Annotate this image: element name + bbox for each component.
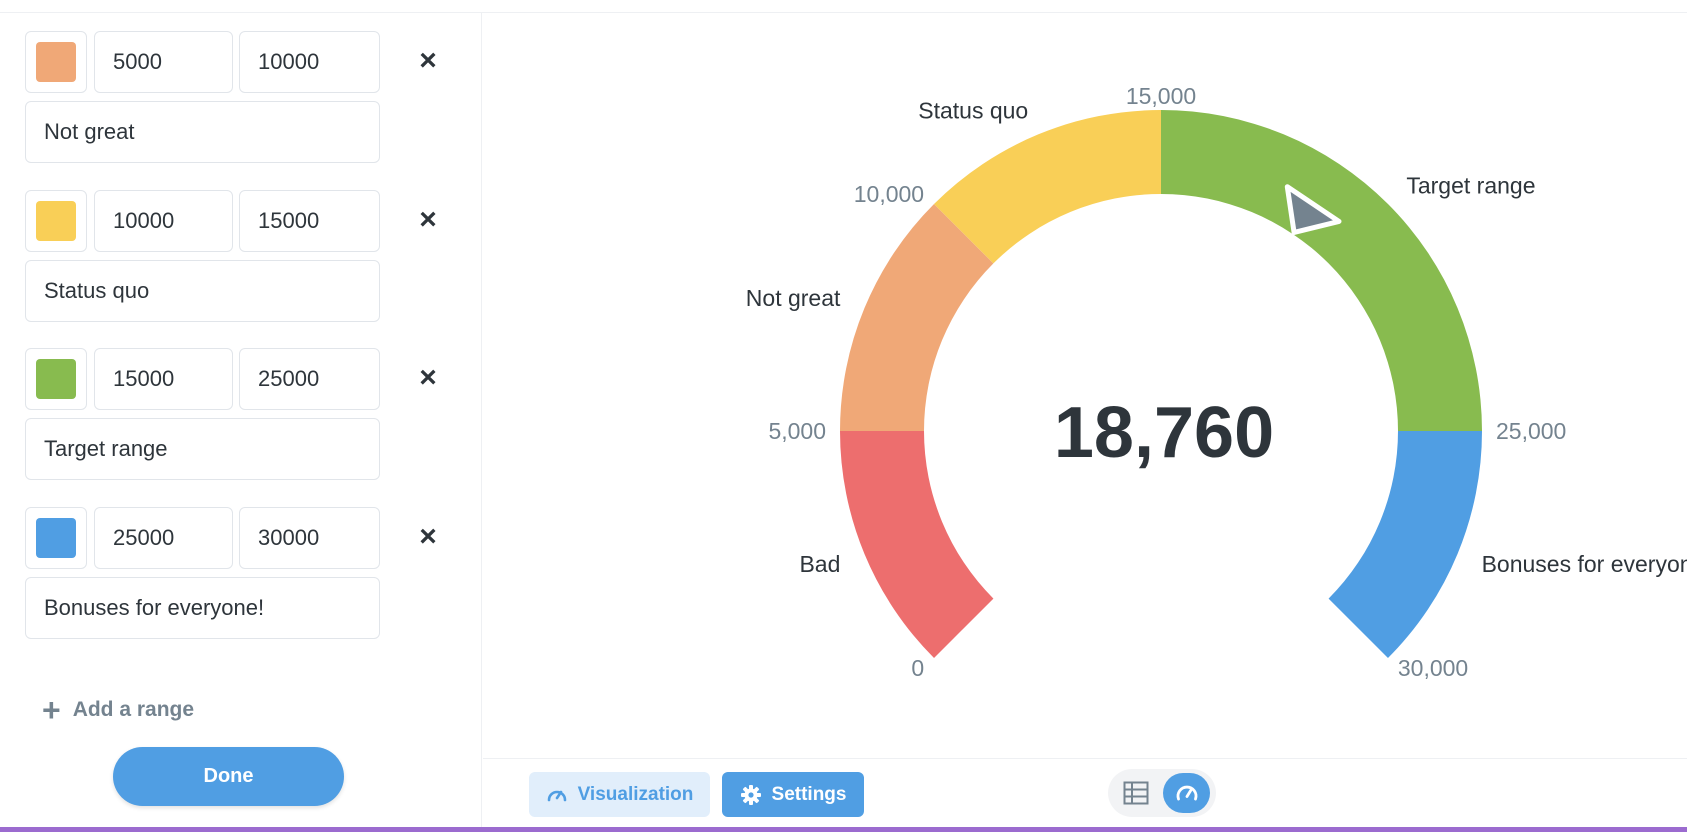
gauge-tick-label: 30,000 [1398, 655, 1468, 681]
range-label-input[interactable]: Not great [25, 101, 380, 163]
gauge-segment [1161, 110, 1482, 431]
range-min-input[interactable]: 5000 [94, 31, 233, 93]
gauge-segment-label: Bonuses for everyone! [1482, 551, 1687, 577]
color-swatch [36, 518, 76, 558]
gauge-segment-label: Not great [746, 285, 841, 311]
color-swatch [36, 42, 76, 82]
display-toggle [1108, 769, 1216, 817]
table-icon [1123, 781, 1149, 805]
bottom-toolbar: Visualization Settings [483, 758, 1687, 827]
gauge-segment [840, 431, 994, 658]
color-swatch [36, 201, 76, 241]
range-min-input[interactable]: 15000 [94, 348, 233, 410]
range-row: 25000 30000 × [25, 507, 480, 569]
gauge-tick-label: 10,000 [854, 181, 924, 207]
color-picker[interactable] [25, 190, 87, 252]
gauge-tick-label: 25,000 [1496, 418, 1566, 444]
gauge-segment [1328, 431, 1482, 658]
remove-range-icon[interactable]: × [408, 358, 448, 398]
color-picker[interactable] [25, 348, 87, 410]
add-range-button[interactable]: + Add a range [42, 693, 194, 727]
range-label-input[interactable]: Status quo [25, 260, 380, 322]
range-row: 10000 15000 × [25, 190, 480, 252]
remove-range-icon[interactable]: × [408, 200, 448, 240]
range-row: 5000 10000 × [25, 31, 480, 93]
bottom-accent-line [0, 827, 1687, 832]
table-view-toggle[interactable] [1118, 775, 1154, 811]
gauge-segment-label: Status quo [918, 97, 1028, 123]
gauge-ranges-panel: 5000 10000 × Not great 10000 15000 × Sta… [0, 13, 482, 827]
range-max-input[interactable]: 15000 [239, 190, 380, 252]
gauge-icon [547, 790, 566, 801]
gauge-tick-label: 15,000 [1126, 83, 1196, 109]
gauge-segment-label: Bad [799, 551, 840, 577]
gauge-chart-area: 0 5,000 10,000 15,000 25,000 30,000 Bad Not gre… [483, 13, 1687, 758]
gauge-view-toggle[interactable] [1163, 773, 1210, 813]
gear-icon [740, 784, 761, 805]
color-picker[interactable] [25, 31, 87, 93]
gauge-tick-label: 0 [911, 655, 924, 681]
gauge-chart: 0 5,000 10,000 15,000 25,000 30,000 Bad Not gre… [746, 83, 1687, 681]
add-range-label: Add a range [72, 698, 195, 721]
gauge-value: 18,760 [1054, 393, 1274, 473]
range-label-input[interactable]: Target range [25, 418, 380, 480]
visualization-button[interactable]: Visualization [529, 772, 710, 817]
settings-label: Settings [771, 783, 847, 805]
range-row: 15000 25000 × [25, 348, 480, 410]
range-label-input[interactable]: Bonuses for everyone! [25, 577, 380, 639]
range-max-input[interactable]: 25000 [239, 348, 380, 410]
range-max-input[interactable]: 30000 [239, 507, 380, 569]
range-max-input[interactable]: 10000 [239, 31, 380, 93]
done-button[interactable]: Done [113, 747, 344, 806]
color-swatch [36, 359, 76, 399]
gauge-segment-label: Target range [1406, 173, 1535, 199]
visualization-label: Visualization [577, 783, 694, 805]
gauge-icon [1176, 785, 1197, 801]
range-min-input[interactable]: 10000 [94, 190, 233, 252]
remove-range-icon[interactable]: × [408, 41, 448, 81]
settings-button[interactable]: Settings [722, 772, 864, 817]
color-picker[interactable] [25, 507, 87, 569]
range-min-input[interactable]: 25000 [94, 507, 233, 569]
gauge-tick-label: 5,000 [768, 418, 826, 444]
remove-range-icon[interactable]: × [408, 517, 448, 557]
plus-icon: + [42, 692, 61, 728]
